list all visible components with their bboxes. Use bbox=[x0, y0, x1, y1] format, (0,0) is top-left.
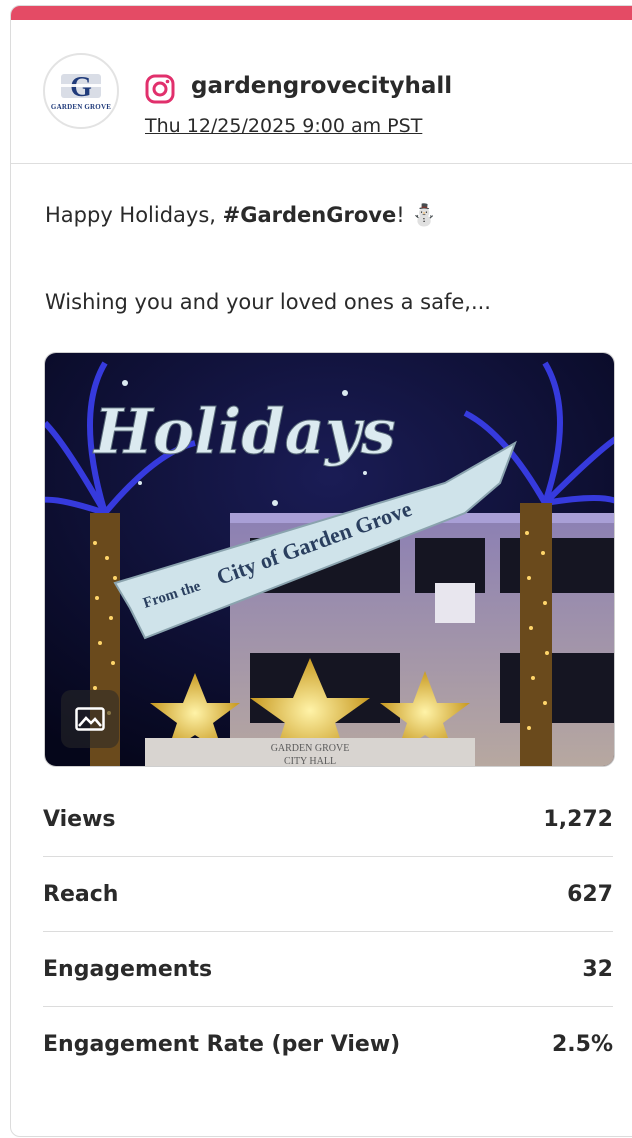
post-date-link[interactable]: Thu 12/25/2025 9:00 am PST bbox=[145, 115, 422, 137]
stat-label: Views bbox=[43, 806, 116, 832]
hashtag-link[interactable]: #GardenGrove bbox=[223, 203, 397, 227]
garden-grove-logo-icon: G bbox=[61, 72, 101, 101]
avatar[interactable]: G GARDEN GROVE bbox=[43, 53, 119, 129]
stat-row: Engagement Rate (per View) 2.5% bbox=[43, 1007, 613, 1081]
image-icon bbox=[75, 707, 105, 731]
caption-line-1: Happy Holidays, #GardenGrove! ⛄ bbox=[45, 203, 437, 228]
account-handle[interactable]: gardengrovecityhall bbox=[191, 73, 452, 99]
holiday-photo: GARDEN GROVE CITY HALL Holidays From the… bbox=[45, 353, 614, 766]
caption-line-2: Wishing you and your loved ones a safe,.… bbox=[45, 290, 491, 314]
stat-row: Views 1,272 bbox=[43, 782, 613, 857]
stat-value: 1,272 bbox=[543, 806, 613, 832]
stat-value: 2.5% bbox=[551, 1031, 613, 1057]
stat-row: Engagements 32 bbox=[43, 932, 613, 1007]
caption-text: Happy Holidays, bbox=[45, 203, 223, 227]
building-sign-2: CITY HALL bbox=[284, 756, 336, 766]
caption-suffix: ! ⛄ bbox=[396, 203, 438, 227]
post-image[interactable]: GARDEN GROVE CITY HALL Holidays From the… bbox=[44, 352, 615, 767]
post-header: G GARDEN GROVE gardengrovecityhall Thu 1… bbox=[11, 20, 632, 164]
stat-value: 32 bbox=[582, 956, 613, 982]
stat-row: Reach 627 bbox=[43, 857, 613, 932]
post-card: G GARDEN GROVE gardengrovecityhall Thu 1… bbox=[10, 5, 632, 1137]
stats-list: Views 1,272 Reach 627 Engagements 32 Eng… bbox=[43, 782, 613, 1081]
image-type-badge bbox=[61, 690, 119, 748]
instagram-icon bbox=[145, 74, 175, 104]
stat-label: Engagement Rate (per View) bbox=[43, 1031, 401, 1057]
building-sign: GARDEN GROVE bbox=[271, 743, 350, 754]
stat-value: 627 bbox=[567, 881, 613, 907]
image-title: Holidays bbox=[92, 395, 396, 468]
stat-label: Engagements bbox=[43, 956, 213, 982]
avatar-label: GARDEN GROVE bbox=[50, 103, 112, 111]
stat-label: Reach bbox=[43, 881, 119, 907]
accent-bar bbox=[11, 6, 632, 20]
